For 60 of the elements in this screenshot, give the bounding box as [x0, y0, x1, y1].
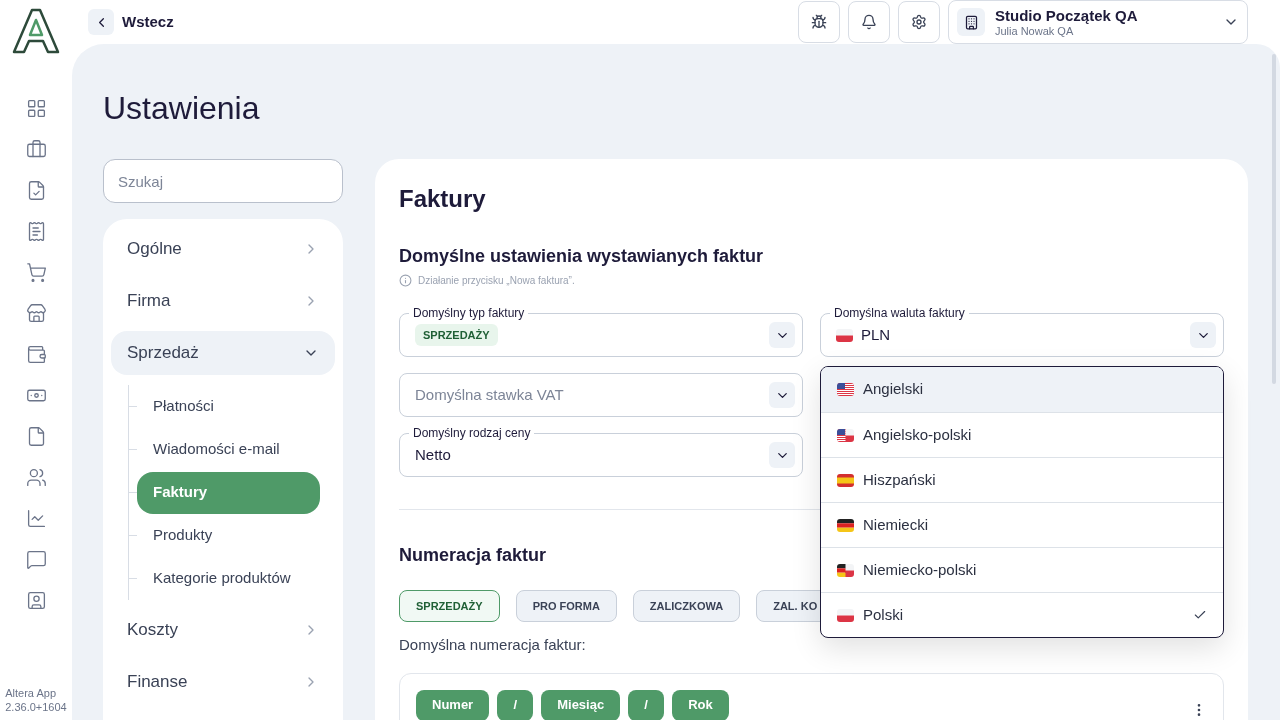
language-option[interactable]: Angielski — [821, 367, 1223, 412]
section-heading: Numeracja faktur — [399, 544, 548, 566]
debug-button[interactable] — [798, 1, 840, 43]
page-title: Ustawienia — [103, 90, 261, 126]
account-name: Studio Początek QA — [995, 7, 1139, 23]
settings-button[interactable] — [898, 1, 940, 43]
language-option[interactable]: Niemiecko-polski — [821, 547, 1223, 592]
invoice-type-tab[interactable]: ZALICZKOWA — [632, 590, 741, 622]
version-text: Altera App — [5, 686, 57, 700]
invoice-type-tab[interactable]: PRO FORMA — [515, 590, 617, 622]
section-title: Faktury — [399, 185, 487, 213]
menu-item[interactable]: Ogólne — [111, 227, 335, 271]
users-icon[interactable] — [25, 467, 47, 488]
contact-icon[interactable] — [25, 590, 47, 611]
cart-icon[interactable] — [25, 262, 47, 283]
submenu-item[interactable]: Kategorie produktów — [137, 557, 320, 600]
back-link[interactable]: Wstecz — [122, 10, 174, 34]
field-label: Domyślny rodzaj ceny — [409, 426, 535, 440]
language-option[interactable]: Hiszpański — [821, 457, 1223, 502]
field-label: Domyślna waluta faktury — [830, 306, 969, 320]
message-icon[interactable] — [25, 549, 47, 570]
invoice-type-tab[interactable]: SPRZEDAŻY — [399, 590, 500, 622]
settings-icon — [911, 14, 927, 30]
briefcase-icon[interactable] — [25, 139, 47, 160]
language-option[interactable]: Angielsko-polski — [821, 412, 1223, 457]
menu-item[interactable]: Firma — [111, 279, 335, 323]
search-field[interactable]: Szukaj — [103, 159, 343, 203]
menu-item[interactable]: Sprzedaż — [111, 331, 335, 375]
logo-icon[interactable] — [12, 8, 60, 54]
info-icon — [399, 274, 412, 287]
dropdown-toggle[interactable] — [769, 322, 795, 348]
numbering-caption: Domyślna numeracja faktur: — [399, 635, 587, 655]
submenu-item[interactable]: Płatności — [137, 385, 320, 428]
submenu-item[interactable]: Wiadomości e-mail — [137, 428, 320, 471]
field-value: PLN — [861, 324, 891, 345]
dropdown-toggle[interactable] — [769, 442, 795, 468]
dropdown-toggle[interactable] — [769, 382, 795, 408]
back-button[interactable] — [88, 9, 114, 35]
field-label: Domyślny typ faktury — [409, 306, 529, 320]
wallet-icon[interactable] — [25, 344, 47, 365]
field-placeholder: Domyślna stawka VAT — [415, 384, 564, 405]
bug-icon — [811, 14, 827, 30]
grid-icon[interactable] — [25, 98, 47, 119]
chart-icon[interactable] — [25, 508, 47, 529]
menu-item[interactable]: Koszty — [111, 608, 335, 652]
section-heading: Domyślne ustawienia wystawianych faktur — [399, 245, 765, 267]
language-option[interactable]: Polski — [821, 592, 1223, 637]
invoice-type-badge: SPRZEDAŻY — [415, 323, 498, 347]
dropdown-toggle[interactable] — [1190, 322, 1216, 348]
language-option[interactable]: Niemiecki — [821, 502, 1223, 547]
store-icon[interactable] — [25, 303, 47, 324]
info-text: Działanie przycisku „Nowa faktura”. — [418, 274, 575, 288]
building-icon — [963, 14, 979, 30]
bell-icon — [861, 14, 877, 30]
menu-item[interactable]: Finanse — [111, 660, 335, 704]
notifications-button[interactable] — [848, 1, 890, 43]
version-text: 2.36.0+1604 — [5, 700, 67, 714]
submenu-item[interactable]: Produkty — [137, 514, 320, 557]
field-value: Netto — [415, 444, 451, 465]
account-user: Julia Nowak QA — [995, 25, 1075, 37]
